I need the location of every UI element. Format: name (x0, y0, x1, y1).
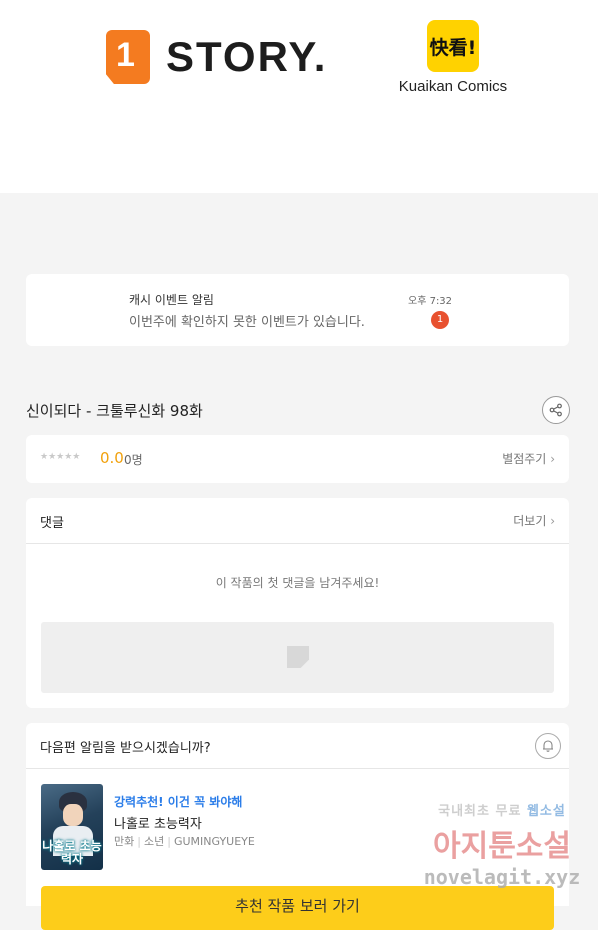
comments-title: 댓글 (40, 516, 64, 531)
event-time: 오후 7:32 (408, 296, 453, 307)
1story-badge-icon: 1 (106, 30, 150, 84)
note-icon (287, 646, 309, 668)
comments-header: 댓글 더보기 › (26, 498, 569, 544)
recommended-genre: 만화 (114, 835, 135, 848)
bell-icon (543, 740, 553, 752)
comments-more-label: 더보기 (513, 514, 547, 528)
1story-logo: 1 STORY. (106, 30, 327, 84)
rating-count: 0명 (124, 453, 143, 467)
recommended-category: 소년 (143, 835, 165, 848)
star-rating-icon: ★★★★★ (40, 452, 81, 462)
recommended-title[interactable]: 나홀로 초능력자 (114, 813, 202, 832)
rating-score: 0.0 (100, 449, 124, 467)
recommended-meta: 만화 | 소년 | GUMINGYUEYE (114, 835, 255, 848)
comment-input-area[interactable] (41, 622, 554, 693)
kuaikan-wordmark: Kuaikan Comics (398, 78, 508, 95)
kuaikan-logo: 快看! Kuaikan Comics (398, 20, 508, 95)
view-recommendation-button[interactable]: 추천 작품 보러 가기 (41, 886, 554, 930)
chevron-right-icon: › (550, 452, 555, 466)
cover-title-text: 나홀로 초능력자 (42, 839, 102, 866)
recommended-author: GUMINGYUEYE (173, 835, 255, 848)
recommendation-tag: 강력추천! 이건 꼭 봐야해 (114, 795, 243, 809)
share-button[interactable] (542, 396, 570, 424)
kuaikan-badge-icon: 快看! (427, 20, 479, 72)
recommended-cover-image[interactable]: 나홀로 초능력자 (41, 784, 103, 870)
next-episode-question: 다음편 알림을 받으시겠습니까? (40, 741, 211, 756)
event-title: 캐시 이벤트 알림 (129, 293, 214, 307)
comments-card: 댓글 더보기 › 이 작품의 첫 댓글을 남겨주세요! (26, 498, 569, 708)
event-count-badge: 1 (431, 311, 449, 329)
chevron-right-icon: › (550, 514, 555, 528)
rating-card: ★★★★★ 0.0 0명 별점주기 › (26, 435, 569, 483)
event-notification-card[interactable]: 캐시 이벤트 알림 이번주에 확인하지 못한 이벤트가 있습니다. 오후 7:3… (26, 274, 569, 346)
event-message: 이번주에 확인하지 못한 이벤트가 있습니다. (129, 315, 365, 330)
episode-title: 신이되다 - 크툴루신화 98화 (26, 402, 203, 420)
comments-more-button[interactable]: 더보기 › (513, 512, 555, 529)
header-banner: 1 STORY. 快看! Kuaikan Comics (0, 0, 598, 193)
notification-toggle-button[interactable] (535, 733, 561, 759)
story-wordmark: STORY. (166, 33, 328, 80)
rate-button[interactable]: 별점주기 › (502, 450, 555, 467)
next-episode-card: 다음편 알림을 받으시겠습니까? 나홀로 초능력자 강력추천! 이건 꼭 봐야해… (26, 723, 569, 930)
share-icon (549, 403, 562, 417)
rate-button-label: 별점주기 (502, 452, 547, 466)
next-episode-header: 다음편 알림을 받으시겠습니까? (26, 723, 569, 769)
comments-empty-message: 이 작품의 첫 댓글을 남겨주세요! (215, 576, 380, 590)
